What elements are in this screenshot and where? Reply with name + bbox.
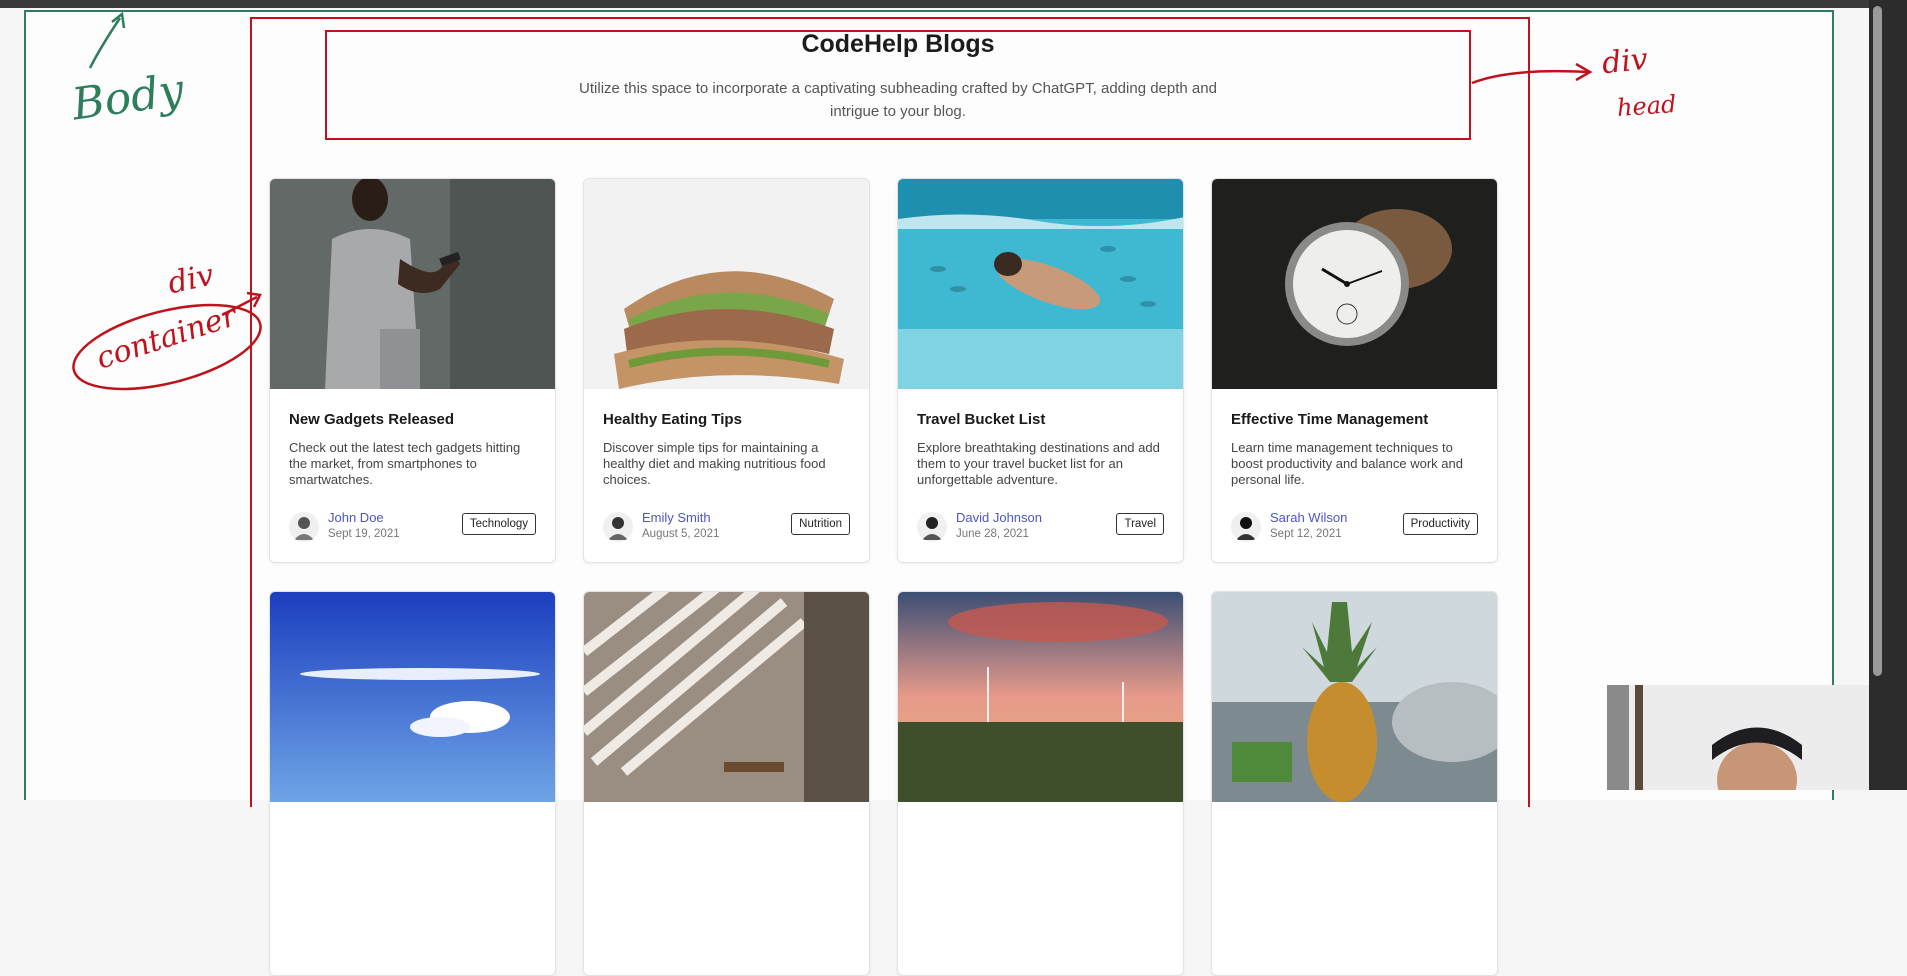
- post-date: June 28, 2021: [956, 528, 1029, 540]
- card-image-pineapple: [1212, 592, 1497, 802]
- card-title[interactable]: Travel Bucket List: [917, 411, 1164, 428]
- blog-card[interactable]: [583, 591, 870, 976]
- card-description: Explore breathtaking destinations and ad…: [917, 440, 1160, 487]
- avatar: [289, 512, 319, 542]
- window-top-strip: [0, 0, 1907, 8]
- card-image-swimmer: [898, 179, 1183, 389]
- webcam-overlay: [1607, 685, 1887, 790]
- post-date: Sept 19, 2021: [328, 528, 400, 540]
- blog-card[interactable]: [269, 591, 556, 976]
- avatar: [603, 512, 633, 542]
- card-image-pocket-watch: [1212, 179, 1497, 389]
- post-date: Sept 12, 2021: [1270, 528, 1342, 540]
- card-description: Learn time management techniques to boos…: [1231, 440, 1463, 487]
- blog-card[interactable]: Travel Bucket List Explore breathtaking …: [897, 178, 1184, 563]
- card-image-sandwich: [584, 179, 869, 389]
- card-footer: John Doe Sept 19, 2021 Technology: [289, 509, 536, 543]
- category-tag[interactable]: Nutrition: [791, 513, 850, 535]
- card-footer: David Johnson June 28, 2021 Travel: [917, 509, 1164, 543]
- avatar: [1231, 512, 1261, 542]
- author-link[interactable]: Sarah Wilson: [1270, 510, 1347, 525]
- card-description: Check out the latest tech gadgets hittin…: [289, 440, 521, 487]
- author-link[interactable]: David Johnson: [956, 510, 1042, 525]
- avatar: [917, 512, 947, 542]
- card-description: Discover simple tips for maintaining a h…: [603, 440, 826, 487]
- page-title: CodeHelp Blogs: [801, 30, 995, 58]
- blog-card[interactable]: [897, 591, 1184, 976]
- blog-card[interactable]: [1211, 591, 1498, 976]
- card-footer: Emily Smith August 5, 2021 Nutrition: [603, 509, 850, 543]
- category-tag[interactable]: Productivity: [1402, 513, 1478, 535]
- author-link[interactable]: Emily Smith: [642, 510, 711, 525]
- blog-card[interactable]: New Gadgets Released Check out the lates…: [269, 178, 556, 563]
- blog-card[interactable]: Healthy Eating Tips Discover simple tips…: [583, 178, 870, 563]
- card-image-shadows: [584, 592, 869, 802]
- post-date: August 5, 2021: [642, 528, 720, 540]
- category-tag[interactable]: Travel: [1116, 513, 1164, 535]
- card-title[interactable]: Effective Time Management: [1231, 411, 1478, 428]
- blog-card[interactable]: Effective Time Management Learn time man…: [1211, 178, 1498, 563]
- category-tag[interactable]: Technology: [461, 513, 536, 535]
- card-image-sky: [270, 592, 555, 802]
- author-link[interactable]: John Doe: [328, 510, 384, 525]
- page-header: CodeHelp Blogs Utilize this space to inc…: [325, 28, 1471, 123]
- card-title[interactable]: Healthy Eating Tips: [603, 411, 850, 428]
- card-footer: Sarah Wilson Sept 12, 2021 Productivity: [1231, 509, 1478, 543]
- page-subtitle: Utilize this space to incorporate a capt…: [579, 80, 1217, 120]
- card-image-wind-turbines: [898, 592, 1183, 802]
- scrollbar-thumb[interactable]: [1873, 6, 1882, 676]
- card-title[interactable]: New Gadgets Released: [289, 411, 536, 428]
- card-image-gadgets: [270, 179, 555, 389]
